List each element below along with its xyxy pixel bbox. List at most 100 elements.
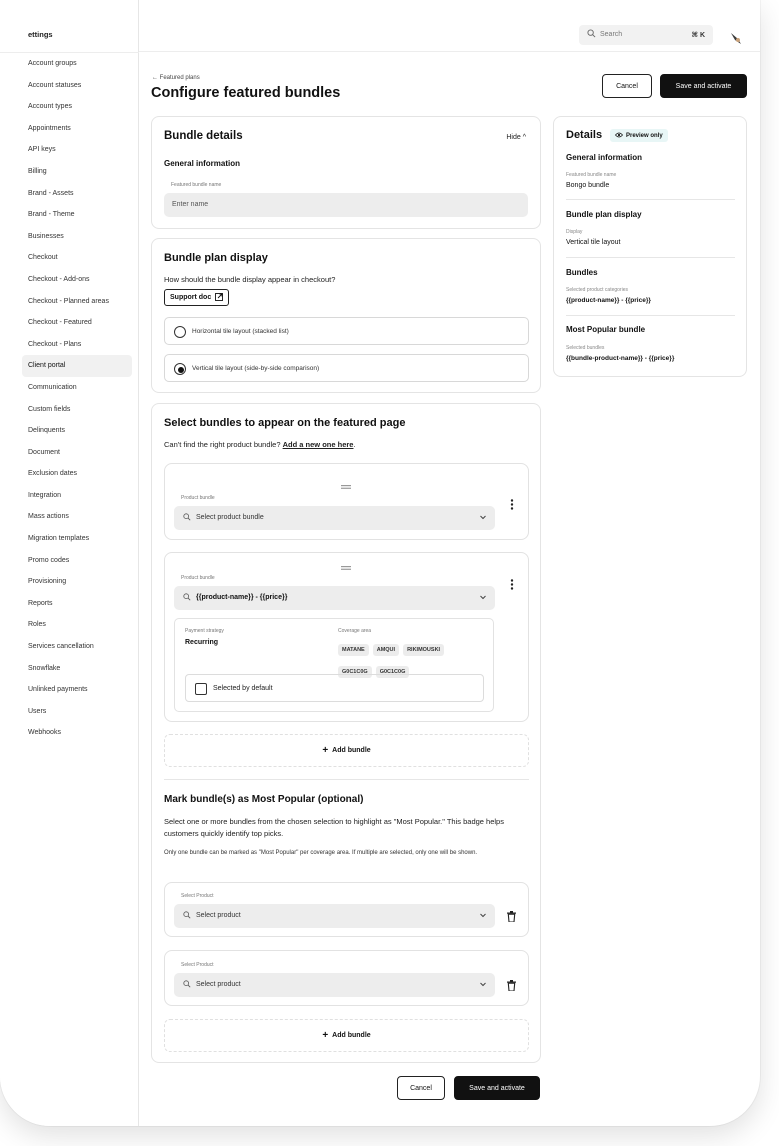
sidebar-item-delinquents[interactable]: Delinquents	[22, 420, 132, 442]
sidebar-item-custom-fields[interactable]: Custom fields	[22, 399, 132, 421]
sidebar-item-api-keys[interactable]: API keys	[22, 139, 132, 161]
sidebar-item-integration[interactable]: Integration	[22, 485, 132, 507]
select-product-placeholder: Select product	[196, 981, 241, 988]
sidebar-item-billing[interactable]: Billing	[22, 161, 132, 183]
selected-by-default-checkbox[interactable]: Selected by default	[185, 674, 484, 702]
radio-button-icon	[174, 326, 186, 338]
drag-handle-icon[interactable]	[341, 557, 351, 575]
sidebar-item-services-cancellation[interactable]: Services cancellation	[22, 636, 132, 658]
product-bundle-select[interactable]: Select product bundle	[174, 506, 495, 530]
sidebar-item-migration-templates[interactable]: Migration templates	[22, 528, 132, 550]
coverage-tag: MATANE	[338, 644, 369, 656]
add-bundle-label: Add bundle	[332, 1032, 371, 1039]
details-divider	[566, 315, 735, 316]
sidebar-item-communication[interactable]: Communication	[22, 377, 132, 399]
radio-vertical-layout[interactable]: Vertical tile layout (side-by-side compa…	[164, 354, 529, 382]
sidebar-item-promo-codes[interactable]: Promo codes	[22, 550, 132, 572]
details-categories-label: Selected product categories	[566, 287, 628, 293]
sidebar-item-brand-assets[interactable]: Brand - Assets	[22, 183, 132, 205]
preview-label: Preview only	[626, 132, 663, 139]
search-input[interactable]: Search ⌘ K	[579, 25, 713, 45]
sidebar-item-account-groups[interactable]: Account groups	[22, 53, 132, 75]
sidebar-item-snowflake[interactable]: Snowflake	[22, 658, 132, 680]
avatar[interactable]	[729, 30, 743, 44]
sidebar-item-checkout[interactable]: Checkout	[22, 247, 132, 269]
most-popular-title: Mark bundle(s) as Most Popular (optional…	[164, 794, 364, 805]
sidebar-item-document[interactable]: Document	[22, 442, 132, 464]
details-plan-heading: Bundle plan display	[566, 210, 642, 219]
sidebar-item-checkout-planned-areas[interactable]: Checkout - Planned areas	[22, 291, 132, 313]
sidebar-item-roles[interactable]: Roles	[22, 614, 132, 636]
add-bundle-button[interactable]: + Add bundle	[164, 734, 529, 767]
details-display-label: Display	[566, 229, 583, 235]
sidebar-item-account-statuses[interactable]: Account statuses	[22, 75, 132, 97]
sidebar-item-businesses[interactable]: Businesses	[22, 226, 132, 248]
sidebar-item-checkout-featured[interactable]: Checkout - Featured	[22, 312, 132, 334]
sidebar-item-unlinked-payments[interactable]: Unlinked payments	[22, 679, 132, 701]
add-bundle-label: Add bundle	[332, 747, 371, 754]
support-doc-button[interactable]: Support doc	[164, 289, 230, 306]
bundle-row-2: Product bundle {{product-name}} - {{pric…	[164, 552, 529, 722]
sidebar-item-account-types[interactable]: Account types	[22, 96, 132, 118]
details-categories-value: {{product-name}} - {{price}}	[566, 297, 651, 304]
trash-icon[interactable]	[507, 909, 516, 927]
radio-horizontal-layout[interactable]: Horizontal tile layout (stacked list)	[164, 317, 529, 345]
footer-save-button[interactable]: Save and activate	[454, 1076, 540, 1100]
chevron-down-icon	[479, 593, 487, 603]
plan-display-card: Bundle plan display How should the bundl…	[151, 238, 541, 393]
help-text: Can't find the right product bundle?	[164, 440, 281, 449]
add-new-bundle-link[interactable]: Add a new one here	[283, 440, 354, 449]
select-bundles-help: Can't find the right product bundle? Add…	[164, 440, 356, 449]
select-product-field[interactable]: Select product	[174, 973, 495, 997]
header-cancel-button[interactable]: Cancel	[602, 74, 652, 98]
select-product-placeholder: Select product	[196, 912, 241, 919]
header-save-button[interactable]: Save and activate	[660, 74, 747, 98]
sidebar-item-mass-actions[interactable]: Mass actions	[22, 506, 132, 528]
product-bundle-label: Product bundle	[181, 495, 215, 501]
checkbox-icon	[195, 683, 207, 695]
top-bar: Search ⌘ K	[139, 0, 760, 52]
breadcrumb[interactable]: ← Featured plans	[152, 75, 200, 81]
details-bundles-heading: Bundles	[566, 268, 598, 277]
plus-icon: +	[322, 1030, 329, 1041]
add-popular-bundle-button[interactable]: + Add bundle	[164, 1019, 529, 1052]
section-divider	[164, 779, 529, 780]
page-title: Configure featured bundles	[151, 85, 341, 101]
more-options-icon[interactable]	[510, 497, 514, 515]
sidebar-item-provisioning[interactable]: Provisioning	[22, 571, 132, 593]
search-shortcut: ⌘ K	[691, 32, 706, 39]
bundle-name-field[interactable]: Enter name	[164, 193, 528, 217]
product-bundle-label: Product bundle	[181, 575, 215, 581]
sidebar-nav: Account groups Account statuses Account ty…	[22, 53, 132, 744]
select-product-field[interactable]: Select product	[174, 904, 495, 928]
payment-strategy-value: Recurring	[185, 639, 219, 646]
bundle-row-1: Product bundle Select product bundle	[164, 463, 529, 540]
details-bundle-name-label: Featured bundle name	[566, 172, 617, 178]
hide-toggle[interactable]: Hide ^	[506, 134, 526, 141]
preview-badge: Preview only	[610, 129, 668, 142]
search-icon	[183, 911, 191, 921]
details-popular-heading: Most Popular bundle	[566, 325, 646, 334]
sidebar-item-checkout-add-ons[interactable]: Checkout - Add-ons	[22, 269, 132, 291]
sidebar-item-users[interactable]: Users	[22, 701, 132, 723]
bundle-details-card: Bundle details Hide ^ General informatio…	[151, 116, 541, 229]
product-bundle-select[interactable]: {{product-name}} - {{price}}	[174, 586, 495, 610]
select-product-label: Select Product	[181, 962, 214, 968]
search-icon	[183, 980, 191, 990]
footer-cancel-button[interactable]: Cancel	[397, 1076, 445, 1100]
trash-icon[interactable]	[507, 978, 516, 996]
sidebar-item-exclusion-dates[interactable]: Exclusion dates	[22, 463, 132, 485]
most-popular-description: Select one or more bundles from the chos…	[164, 817, 504, 838]
sidebar-item-client-portal[interactable]: Client portal	[22, 355, 132, 377]
sidebar-item-reports[interactable]: Reports	[22, 593, 132, 615]
select-product-label: Select Product	[181, 893, 214, 899]
search-placeholder: Search	[600, 31, 623, 38]
coverage-tag: AMQUI	[372, 644, 400, 656]
eye-icon	[614, 132, 624, 140]
sidebar-item-webhooks[interactable]: Webhooks	[22, 722, 132, 744]
sidebar-item-appointments[interactable]: Appointments	[22, 118, 132, 140]
sidebar-item-checkout-plans[interactable]: Checkout - Plans	[22, 334, 132, 356]
drag-handle-icon[interactable]	[341, 476, 351, 494]
more-options-icon[interactable]	[510, 577, 514, 595]
sidebar-item-brand-theme[interactable]: Brand - Theme	[22, 204, 132, 226]
